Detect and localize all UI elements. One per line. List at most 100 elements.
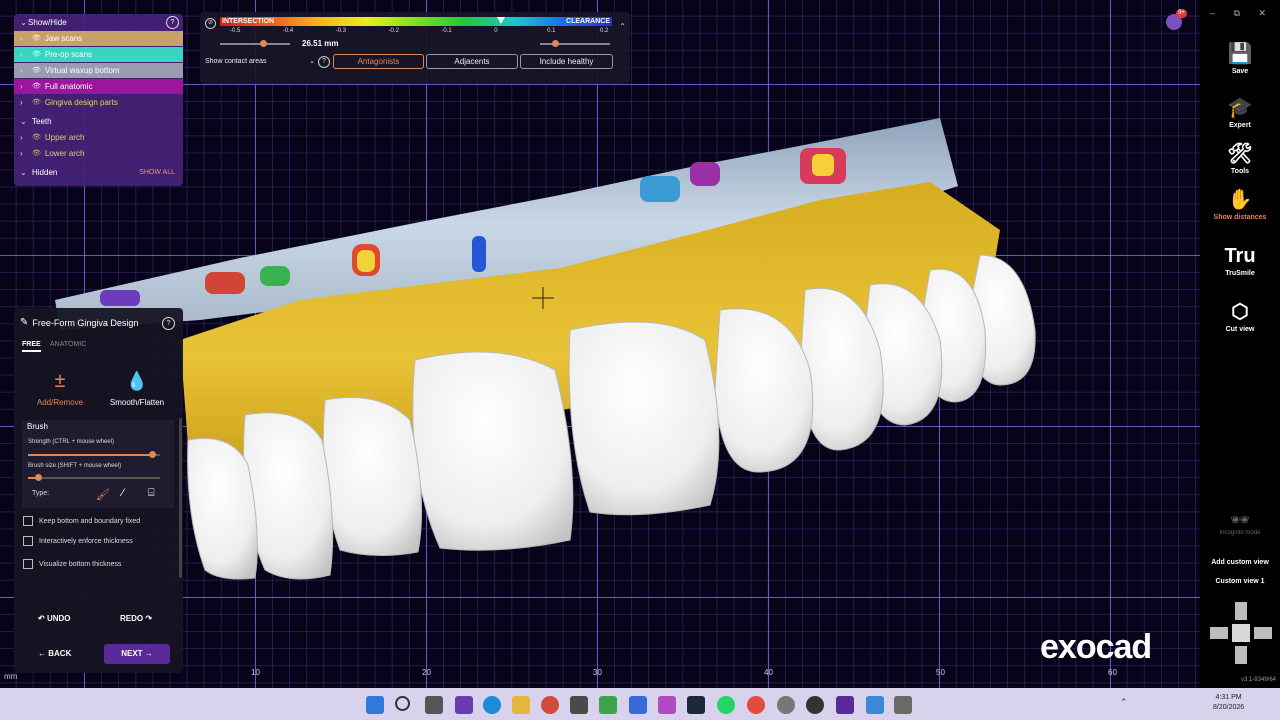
maximize-icon[interactable]: ⧉ (1234, 8, 1240, 18)
explorer-icon[interactable] (512, 696, 530, 714)
smooth-flatten-tool[interactable]: 💧 Smooth/Flatten (104, 370, 170, 410)
expand-icon[interactable]: › (20, 63, 28, 78)
magic-wand-icon: ✎ (20, 317, 29, 328)
scale-tick-label: -0.2 (388, 28, 399, 34)
distance-icon[interactable]: ⊘ (205, 18, 216, 29)
notification-icon[interactable]: 9+ (1166, 9, 1187, 30)
steam-icon[interactable] (687, 696, 705, 714)
next-button[interactable]: NEXT → (104, 644, 170, 664)
tab-free[interactable]: FREE (22, 341, 41, 352)
right-slider[interactable] (540, 40, 610, 47)
sidebar-item-expert[interactable]: 🎓 Expert (1200, 96, 1280, 129)
brand-logo: exocad (1040, 628, 1152, 666)
cylinder-icon[interactable]: ⌸ (148, 487, 155, 500)
expand-icon[interactable]: › (20, 47, 28, 62)
include-healthy-button[interactable]: Include healthy (520, 54, 613, 69)
help-icon[interactable]: ? (166, 16, 179, 29)
show-contact-select[interactable]: Show contact areas ⌄ (205, 55, 315, 68)
close-icon[interactable]: ✕ (1258, 8, 1266, 18)
scale-tick-label: -0.4 (282, 28, 294, 34)
brush-icon[interactable]: 🖌 (96, 488, 110, 501)
collapse-icon[interactable]: ⌃ (619, 22, 626, 31)
show-all-button[interactable]: SHOW ALL (139, 165, 175, 180)
taskview-icon[interactable] (425, 696, 443, 714)
size-slider[interactable] (28, 474, 160, 481)
undo-button[interactable]: ↶ UNDO (38, 614, 71, 623)
windows-start-icon[interactable] (366, 696, 384, 714)
help-icon[interactable]: ? (162, 317, 175, 330)
settings-icon[interactable] (777, 696, 795, 714)
edge-icon[interactable] (483, 696, 501, 714)
intersection-label: INTERSECTION (222, 18, 275, 25)
chrome-icon[interactable] (747, 696, 765, 714)
app-icon[interactable] (806, 696, 824, 714)
expand-icon[interactable]: › (20, 79, 28, 94)
app-icon[interactable] (629, 696, 647, 714)
teeth-row-1[interactable]: › 👁 Lower arch (14, 146, 183, 161)
whatsapp-icon[interactable] (717, 696, 735, 714)
eye-icon[interactable]: 👁 (32, 63, 41, 78)
incognito-button[interactable]: 🕶 Incognito mode (1200, 510, 1280, 536)
scale-tick-label: 0 (494, 28, 498, 34)
expand-icon[interactable]: › (20, 95, 28, 110)
app-icon[interactable] (866, 696, 884, 714)
eye-icon[interactable]: 👁 (32, 31, 41, 46)
panel-scrollbar[interactable] (179, 418, 182, 578)
expand-icon[interactable]: › (20, 130, 28, 145)
app-icon[interactable] (894, 696, 912, 714)
left-slider[interactable] (220, 40, 290, 47)
custom-view-button[interactable]: Custom view 1 (1200, 578, 1280, 585)
antagonists-button[interactable]: Antagonists (333, 54, 424, 69)
scale-pointer (497, 17, 505, 24)
hidden-row[interactable]: ⌄ Hidden SHOW ALL (14, 165, 183, 180)
row-label: Upper arch (44, 133, 85, 142)
strength-slider[interactable] (28, 451, 160, 458)
eye-icon[interactable]: 👁 (32, 47, 41, 62)
back-button[interactable]: ← BACK (38, 649, 71, 658)
sidebar-item-trusmile[interactable]: Tru TruSmile (1200, 244, 1280, 277)
search-icon[interactable] (395, 696, 410, 711)
exocad-taskbar-icon[interactable] (836, 696, 854, 714)
app-icon[interactable] (541, 696, 559, 714)
show-hide-group-0[interactable]: › 👁 Jaw scans (14, 31, 183, 46)
show-hide-group-1[interactable]: › 👁 Pre-op scans (14, 47, 183, 62)
eye-icon[interactable]: 👁 (32, 95, 41, 110)
eye-icon[interactable]: 👁 (32, 146, 41, 161)
row-label: Pre-op scans (44, 50, 93, 59)
eye-icon[interactable]: 👁 (32, 79, 41, 94)
sidebar-item-show-distances[interactable]: ✋ Show distances (1200, 188, 1280, 221)
app-icon[interactable] (658, 696, 676, 714)
pencil-icon[interactable]: ⁄ (122, 487, 124, 499)
teeth-header[interactable]: ⌄ Teeth (14, 114, 183, 129)
option-keep-bottom[interactable]: Keep bottom and boundary fixed (23, 516, 140, 526)
expand-icon[interactable]: › (20, 146, 28, 161)
add-remove-tool[interactable]: ± Add/Remove (30, 370, 90, 410)
tab-anatomic[interactable]: ANATOMIC (50, 341, 86, 348)
eye-icon[interactable]: 👁 (32, 130, 41, 145)
view-compass[interactable] (1210, 602, 1272, 664)
expand-icon[interactable]: › (20, 31, 28, 46)
clock[interactable]: 4:31 PM 8/20/2026 (1213, 693, 1244, 713)
redo-button[interactable]: REDO ↷ (120, 614, 152, 623)
add-custom-view-button[interactable]: Add custom view (1200, 559, 1280, 566)
undo-icon: ↶ (38, 614, 45, 623)
app-icon[interactable] (570, 696, 588, 714)
show-hide-group-3[interactable]: › 👁 Full anatomic (14, 79, 183, 94)
app-icon[interactable] (455, 696, 473, 714)
show-hide-group-2[interactable]: › 👁 Virtual waxup bottom (14, 63, 183, 78)
version-label: v3.1-8349/64 (1240, 677, 1276, 683)
option-visualize-thickness[interactable]: Visualize bottom thickness (23, 559, 121, 569)
sidebar-item-save[interactable]: 💾 Save (1200, 42, 1280, 75)
option-enforce-thickness[interactable]: Interactively enforce thickness (23, 536, 133, 546)
sidebar-item-cut-view[interactable]: ⬡ Cut view (1200, 300, 1280, 333)
sidebar-item-tools[interactable]: 🛠 Tools (1200, 142, 1280, 175)
drive-icon[interactable] (599, 696, 617, 714)
collapse-icon[interactable]: ⌄ (20, 14, 28, 31)
adjacents-button[interactable]: Adjacents (426, 54, 518, 69)
show-hide-group-4[interactable]: › 👁 Gingiva design parts (14, 95, 183, 110)
help-icon[interactable]: ? (318, 56, 330, 68)
teeth-row-0[interactable]: › 👁 Upper arch (14, 130, 183, 145)
minimize-icon[interactable]: – (1210, 8, 1215, 18)
tray-chevron-icon[interactable]: ⌃ (1120, 697, 1128, 708)
scale-tick-label: -0.1 (441, 28, 452, 34)
